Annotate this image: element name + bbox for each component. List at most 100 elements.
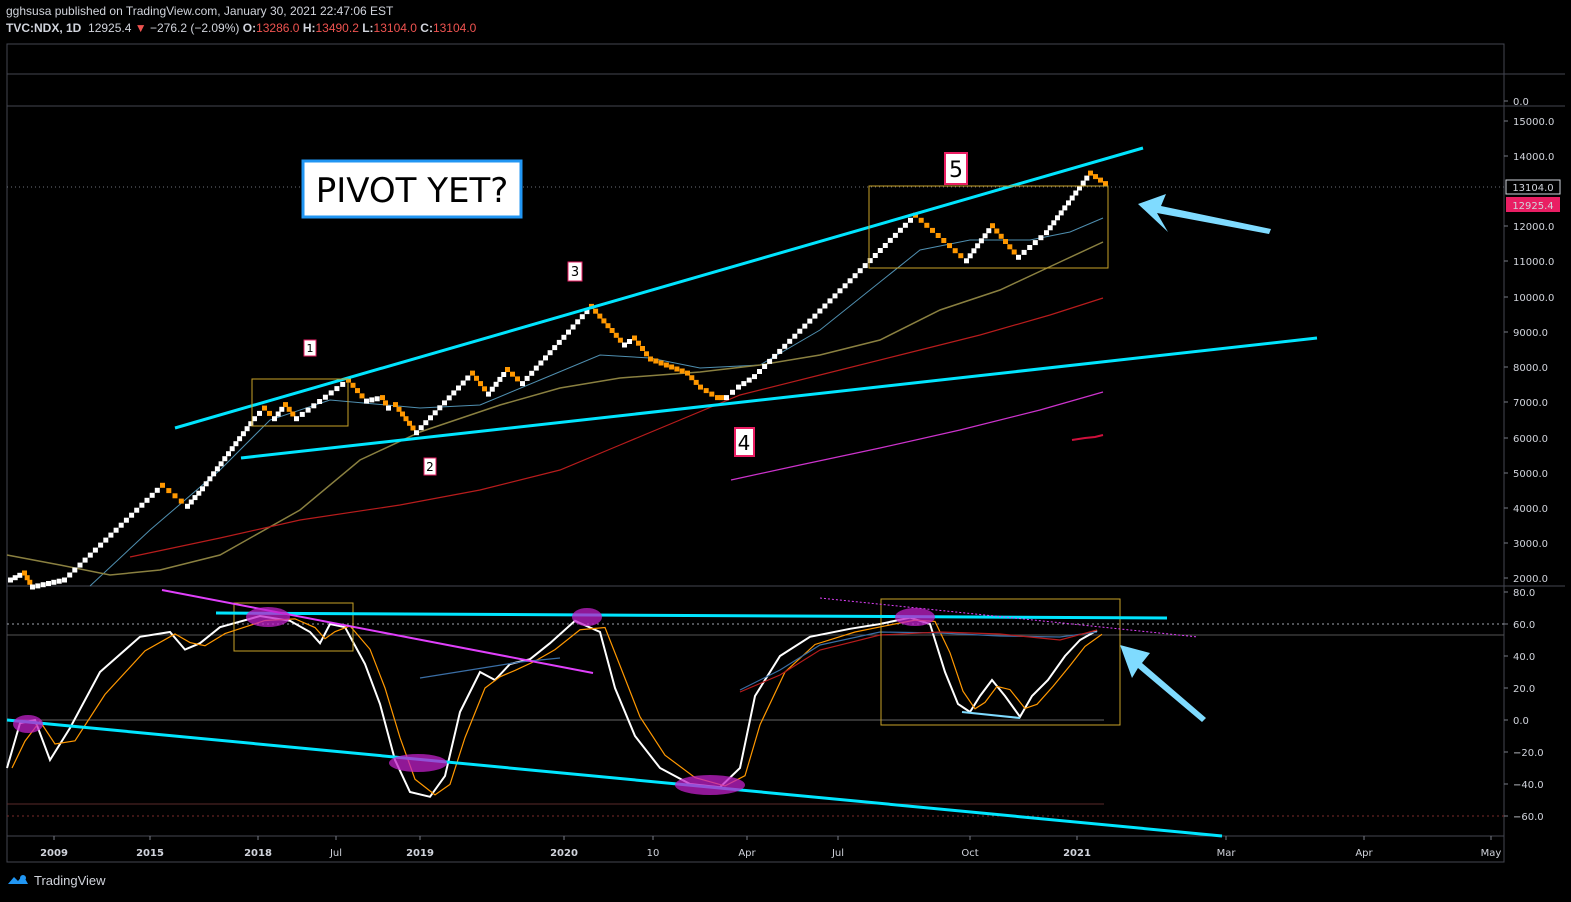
renko-brick	[364, 398, 369, 404]
time-label: Jul	[329, 836, 342, 859]
price-axis[interactable]: 0.0 15000.0 14000.0 12000.0 11000.0 10000.0 90…	[1504, 97, 1554, 585]
renko-brick	[355, 388, 360, 394]
renko-brick	[520, 381, 525, 387]
renko-brick	[617, 337, 623, 343]
renko-brick	[237, 436, 243, 442]
svg-text:10000.0: 10000.0	[1513, 293, 1554, 304]
price-tick-label: 5000.0	[1504, 469, 1548, 480]
renko-brick	[166, 488, 172, 494]
renko-brick	[27, 579, 33, 585]
osc-tick-label: −20.0	[1504, 748, 1544, 759]
renko-brick	[77, 562, 83, 568]
renko-brick	[437, 405, 443, 411]
time-axis[interactable]: 2009 2015 2018 Jul 2019 2020 10 Apr Jul Oct 2021 Ma…	[40, 836, 1501, 859]
renko-brick	[305, 407, 311, 413]
renko-brick	[17, 572, 23, 578]
renko-brick	[822, 303, 828, 309]
renko-brick	[72, 567, 78, 573]
renko-brick	[847, 278, 853, 284]
footer-brand-text: TradingView	[34, 872, 106, 888]
wave-label-3: 3	[567, 261, 583, 282]
renko-brick	[262, 405, 267, 411]
renko-brick	[593, 308, 599, 314]
svg-text:60.0: 60.0	[1513, 620, 1535, 631]
renko-brick	[772, 353, 778, 359]
renko-brick	[1003, 239, 1008, 244]
renko-brick	[51, 579, 57, 585]
price-tick-label: 12000.0	[1504, 222, 1554, 233]
svg-text:80.0: 80.0	[1513, 588, 1535, 599]
renko-brick	[812, 313, 818, 319]
time-label: Mar	[1217, 836, 1236, 859]
renko-brick	[842, 283, 848, 289]
renko-brick	[248, 421, 254, 427]
renko-brick	[359, 393, 365, 399]
oscillator-axis[interactable]: 80.0 60.0 40.0 20.0 0.0 −20.0 −40.0 −60.0	[1504, 588, 1544, 823]
renko-brick	[797, 328, 803, 334]
renko-brick	[817, 308, 823, 314]
renko-brick	[1016, 254, 1021, 260]
svg-text:2018: 2018	[244, 848, 272, 859]
renko-brick	[497, 376, 503, 382]
renko-brick	[505, 367, 510, 372]
renko-brick	[746, 377, 752, 383]
renko-brick	[22, 570, 27, 576]
renko-brick	[622, 342, 627, 348]
renko-brick	[1098, 177, 1103, 183]
price-tick-label: 8000.0	[1504, 363, 1548, 374]
price-tick-label: 7000.0	[1504, 398, 1548, 409]
renko-brick	[579, 314, 585, 320]
footer-brand[interactable]: TradingView	[6, 872, 106, 888]
renko-brick	[605, 323, 611, 329]
renko-brick	[226, 451, 231, 457]
renko-brick	[762, 364, 768, 369]
renko-brick	[400, 411, 405, 417]
renko-brick	[777, 348, 783, 354]
renko-brick	[724, 395, 729, 401]
renko-brick	[451, 390, 457, 396]
time-label: Jul	[831, 836, 844, 859]
osc-tick-label: −40.0	[1504, 780, 1544, 791]
renko-brick	[160, 482, 165, 488]
renko-brick	[1066, 200, 1071, 206]
renko-brick	[658, 360, 664, 366]
chart-canvas[interactable]: PIVOT YET? 1 2 3 4 5 0.015000.014000.012…	[0, 0, 1571, 902]
renko-brick	[144, 497, 150, 503]
renko-brick	[941, 238, 947, 243]
renko-brick	[103, 537, 109, 543]
renko-brick	[887, 237, 893, 243]
renko-brick	[982, 233, 988, 239]
osc-arrow-icon	[1120, 645, 1206, 722]
renko-brick	[1055, 215, 1060, 221]
osc-box-left	[233, 602, 354, 652]
time-label: 2021	[1063, 836, 1091, 859]
svg-text:−60.0: −60.0	[1513, 812, 1544, 823]
renko-brick	[964, 258, 969, 264]
renko-brick	[698, 384, 703, 390]
time-label: 2009	[40, 836, 68, 859]
renko-brick	[410, 425, 416, 431]
renko-brick	[1093, 174, 1098, 180]
renko-brick	[1103, 181, 1108, 187]
renko-brick	[334, 386, 340, 392]
renko-brick	[30, 584, 35, 590]
renko-brick	[547, 350, 553, 356]
renko-brick	[123, 517, 129, 523]
renko-brick	[446, 395, 452, 401]
wave-label-4: 4	[734, 427, 755, 457]
svg-text:10: 10	[647, 848, 660, 859]
ma-long-line	[730, 391, 1104, 481]
svg-text:2009: 2009	[40, 848, 68, 859]
renko-brick	[715, 395, 720, 401]
renko-brick	[930, 227, 935, 233]
osc-tick-label: −60.0	[1504, 812, 1544, 823]
svg-text:May: May	[1481, 848, 1502, 859]
time-label: 2018	[244, 836, 272, 859]
renko-brick	[636, 340, 641, 346]
renko-brick	[139, 502, 145, 508]
renko-brick	[787, 338, 793, 344]
renko-brick	[24, 575, 30, 581]
renko-brick	[456, 385, 461, 391]
renko-brick	[663, 362, 669, 368]
price-tick-label: 6000.0	[1504, 434, 1548, 445]
